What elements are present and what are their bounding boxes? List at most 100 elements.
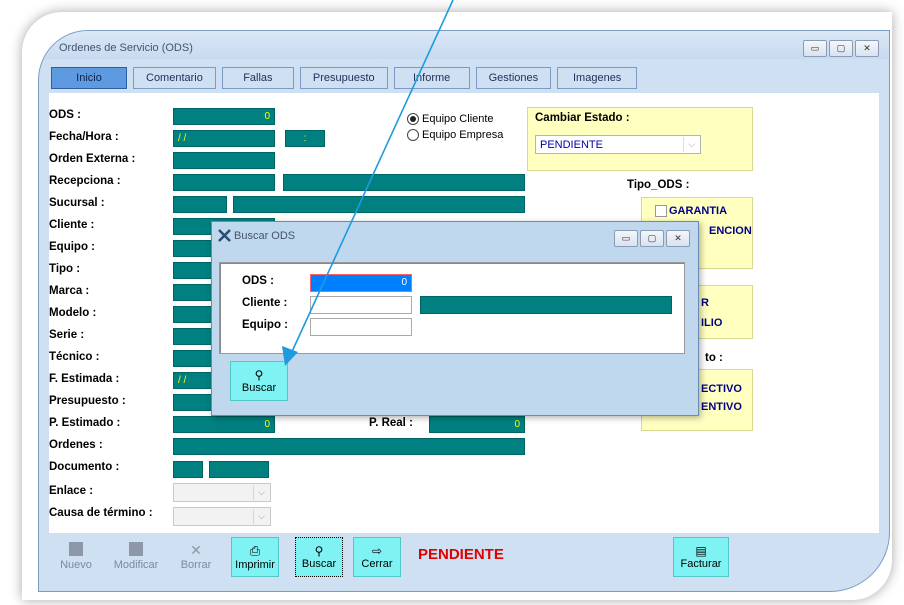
search-tool-icon (218, 229, 231, 242)
search-icon: ⚲ (314, 544, 324, 558)
equipo-cliente-radio[interactable]: Equipo Cliente (407, 113, 494, 125)
equipo-label: Equipo : (49, 241, 95, 253)
p-estimado-label: P. Estimado : (49, 417, 121, 429)
dialog-title: Buscar ODS (234, 230, 296, 242)
sucursal-label: Sucursal : (49, 197, 105, 209)
tipo-ods-label: Tipo_ODS : (627, 179, 690, 191)
radio-selected-icon (407, 113, 419, 125)
title-bar: Ordenes de Servicio (ODS) ▭ ▢ ✕ (39, 31, 889, 59)
printer-icon: ⎙ (249, 543, 261, 558)
orden-externa-label: Orden Externa : (49, 153, 136, 165)
causa-termino-combo[interactable]: ⌵ (173, 507, 271, 526)
facturar-text: Facturar (680, 558, 722, 570)
chevron-down-icon: ⌵ (683, 137, 699, 152)
edit-icon (129, 541, 143, 556)
buscar-button[interactable]: ⚲ Buscar (295, 537, 343, 577)
dialog-cliente-input[interactable] (310, 296, 412, 314)
causa-termino-label: Causa de término : (49, 507, 153, 519)
presupuesto-label: Presupuesto : (49, 395, 126, 407)
p-real-field[interactable]: 0 (429, 416, 525, 433)
documento-type-field[interactable] (173, 461, 203, 478)
ordenes-label: Ordenes : (49, 439, 103, 451)
recepciona-label: Recepciona : (49, 175, 121, 187)
fecha-field[interactable]: / / (173, 130, 275, 147)
chevron-down-icon: ⌵ (253, 509, 269, 524)
f-estimada-label: F. Estimada : (49, 373, 120, 385)
tipo-mant-label: to : (705, 352, 723, 364)
dialog-equipo-label: Equipo : (242, 319, 288, 331)
facturar-button[interactable]: ▤ Facturar (673, 537, 729, 577)
borrar-button[interactable]: ✕ Borrar (173, 537, 219, 575)
dialog-buscar-text: Buscar (241, 382, 277, 394)
recepciona-code-field[interactable] (173, 174, 275, 191)
cerrar-text: Cerrar (361, 558, 393, 570)
nuevo-button[interactable]: Nuevo (53, 537, 99, 575)
ordenes-field[interactable] (173, 438, 525, 455)
marca-label: Marca : (49, 285, 90, 297)
x-icon: ✕ (190, 541, 202, 558)
modificar-text: Modificar (113, 558, 159, 571)
cerrar-button[interactable]: ⇨ Cerrar (353, 537, 401, 577)
imprimir-button[interactable]: ⎙ Imprimir (231, 537, 279, 577)
estado-value: PENDIENTE (540, 139, 603, 151)
correctivo-text: ECTIVO (701, 383, 742, 395)
tab-fallas[interactable]: Fallas (221, 67, 294, 89)
dialog-ods-input[interactable]: 0 (310, 274, 412, 292)
r-text: R (701, 297, 709, 309)
equipo-cliente-text: Equipo Cliente (422, 113, 494, 125)
equipo-empresa-radio[interactable]: Equipo Empresa (407, 129, 503, 141)
buscar-text: Buscar (301, 558, 337, 570)
tab-inicio[interactable]: Inicio (51, 67, 127, 89)
window-title: Ordenes de Servicio (ODS) (59, 42, 193, 54)
dialog-cliente-name-field[interactable] (420, 296, 672, 314)
window-controls: ▭ ▢ ✕ (803, 40, 879, 57)
nuevo-text: Nuevo (60, 558, 92, 571)
tecnico-label: Técnico : (49, 351, 100, 363)
serie-label: Serie : (49, 329, 85, 341)
modificar-button[interactable]: Modificar (113, 537, 159, 575)
documento-number-field[interactable] (209, 461, 269, 478)
tab-presupuesto[interactable]: Presupuesto (299, 67, 388, 89)
recepciona-name-field[interactable] (283, 174, 525, 191)
hora-field[interactable]: : (285, 130, 325, 147)
exit-icon: ⇨ (371, 544, 383, 558)
cambiar-estado-label: Cambiar Estado : (535, 112, 630, 124)
equipo-empresa-text: Equipo Empresa (422, 129, 504, 141)
dialog-minimize-button[interactable]: ▭ (614, 230, 638, 247)
ods-label: ODS : (49, 109, 81, 121)
ods-field[interactable]: 0 (173, 108, 275, 125)
tab-comentario[interactable]: Comentario (133, 67, 216, 89)
orden-externa-field[interactable] (173, 152, 275, 169)
tab-informe[interactable]: Informe (393, 67, 470, 89)
sucursal-name-field[interactable] (233, 196, 525, 213)
status-text: PENDIENTE (418, 546, 504, 563)
dialog-maximize-button[interactable]: ▢ (640, 230, 664, 247)
radio-empty-icon (407, 129, 419, 141)
tipo-label: Tipo : (49, 263, 81, 275)
minimize-button[interactable]: ▭ (803, 40, 827, 57)
chevron-down-icon: ⌵ (253, 485, 269, 500)
fecha-label: Fecha/Hora : (49, 131, 119, 143)
estado-combo[interactable]: PENDIENTE ⌵ (535, 135, 701, 154)
document-icon: ▤ (695, 544, 707, 558)
dialog-equipo-input[interactable] (310, 318, 412, 336)
cliente-label: Cliente : (49, 219, 95, 231)
documento-label: Documento : (49, 461, 120, 473)
enlace-label: Enlace : (49, 485, 94, 497)
dialog-search-panel: ODS : Cliente : Equipo : 0 (219, 262, 685, 354)
maximize-button[interactable]: ▢ (829, 40, 853, 57)
new-icon (69, 541, 83, 556)
sucursal-code-field[interactable] (173, 196, 227, 213)
search-icon: ⚲ (254, 368, 264, 382)
modelo-label: Modelo : (49, 307, 97, 319)
tab-gestiones[interactable]: Gestiones (475, 67, 552, 89)
dialog-cliente-label: Cliente : (242, 297, 288, 309)
buscar-ods-dialog: Buscar ODS ▭ ▢ ✕ ODS : Cliente : Equipo … (211, 221, 699, 416)
enlace-combo[interactable]: ⌵ (173, 483, 271, 502)
dialog-buscar-button[interactable]: ⚲ Buscar (230, 361, 288, 401)
close-button[interactable]: ✕ (855, 40, 879, 57)
p-estimado-field[interactable]: 0 (173, 416, 275, 433)
garantia-checkbox[interactable] (655, 205, 667, 217)
tab-imagenes[interactable]: Imagenes (557, 67, 638, 89)
dialog-close-button[interactable]: ✕ (666, 230, 690, 247)
